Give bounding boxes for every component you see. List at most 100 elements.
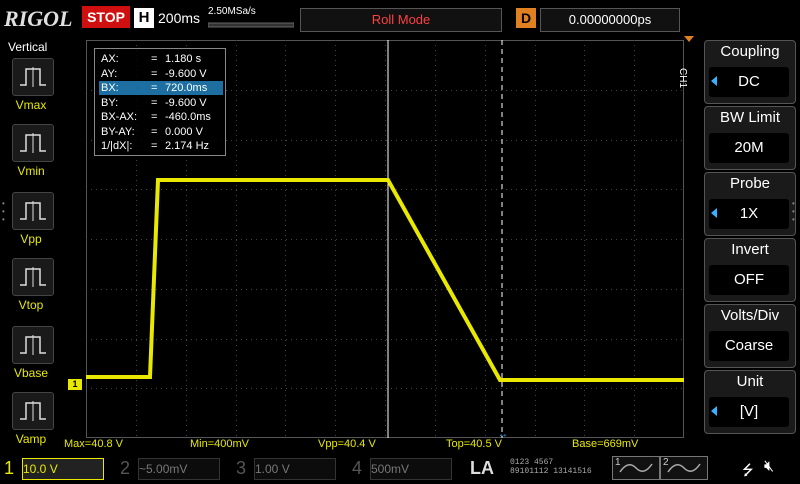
select-arrow-icon xyxy=(711,406,717,416)
menu-coupling-button[interactable]: Coupling DC xyxy=(704,40,796,104)
sine-wave-icon xyxy=(667,463,701,473)
delay-badge: D xyxy=(516,8,536,28)
rigol-logo: RIGOL xyxy=(4,6,73,31)
readout-key: BY-AY: xyxy=(101,125,135,138)
readout-row: BY: = -9.600 V xyxy=(99,96,223,110)
menu-item-title: Probe xyxy=(729,175,771,192)
readout-row: 1/|dX|: = 2.174 Hz xyxy=(99,139,223,153)
readout-equals: = xyxy=(151,53,158,65)
channel-menu: Coupling DC BW Limit 20M Probe 1X Invert OFF Vol… xyxy=(700,40,796,436)
readout-key: AY: xyxy=(101,67,118,80)
measurement-value: Base=669mV xyxy=(572,438,639,450)
menu-invert-button[interactable]: Invert OFF xyxy=(704,238,796,302)
channel-number: 2 xyxy=(120,458,131,478)
readout-row: BX: = 720.0ms xyxy=(99,81,223,95)
measure-vmax-button[interactable] xyxy=(12,58,54,96)
usb-icon: ⭍ xyxy=(742,462,754,478)
channel-scale-value: 10.0 V xyxy=(22,458,104,480)
readout-equals: = xyxy=(151,140,158,152)
menu-item-value: 1X xyxy=(709,199,789,229)
la-row-1: 0123 4567 xyxy=(510,458,554,467)
readout-key: AX: xyxy=(101,53,119,65)
menu-probe-button[interactable]: Probe 1X xyxy=(704,172,796,236)
readout-key: BX: xyxy=(101,82,119,94)
menu-bw-limit-button[interactable]: BW Limit 20M xyxy=(704,106,796,170)
vtop-icon xyxy=(20,267,46,287)
menu-unit-button[interactable]: Unit [V] xyxy=(704,370,796,434)
source1-button[interactable]: 1 xyxy=(612,456,660,480)
trigger-position-marker-icon xyxy=(684,36,694,42)
channel-scale-value: 500mV xyxy=(370,458,452,480)
measurement-bar: Max=40.8 V Min=400mV Vpp=40.4 V Top=40.5 V B… xyxy=(62,438,682,452)
run-stop-status[interactable]: STOP xyxy=(82,6,130,28)
speaker-mute-icon[interactable]: 🔇︎ xyxy=(764,458,774,476)
timebase-value[interactable]: 200ms xyxy=(158,10,200,26)
readout-row: AX: = 1.180 s xyxy=(99,52,223,66)
measure-vtop-button[interactable] xyxy=(12,258,54,296)
measurement-value: Top=40.5 V xyxy=(446,438,502,450)
sample-rate: 2.50MSa/s xyxy=(208,6,256,17)
source2-button[interactable]: 2 xyxy=(660,456,708,480)
vbase-icon xyxy=(20,335,46,355)
measure-vmin-button[interactable] xyxy=(12,124,54,162)
measure-vbase-label: Vbase xyxy=(13,366,49,380)
menu-item-value: OFF xyxy=(709,265,789,295)
readout-key: BY: xyxy=(101,96,119,109)
logic-analyzer-label[interactable]: LA xyxy=(470,456,494,480)
channel-number: 4 xyxy=(352,458,363,478)
right-page-dots-icon: • • • xyxy=(792,199,795,224)
measure-vmax-label: Vmax xyxy=(15,98,47,112)
vmin-icon xyxy=(20,133,46,153)
page-dots-icon: • • • xyxy=(2,199,5,224)
vmax-icon xyxy=(20,67,46,87)
memory-depth-bar xyxy=(208,22,294,28)
readout-row: BY-AY: = 0.000 V xyxy=(99,125,223,139)
sine-wave-icon xyxy=(619,463,653,473)
channel-scale-value: 1.00 V xyxy=(254,458,336,480)
horizontal-badge: H xyxy=(134,8,154,28)
channel-number: 1 xyxy=(4,458,15,478)
readout-equals: = xyxy=(151,125,158,138)
select-arrow-icon xyxy=(711,208,717,218)
channel-2-status[interactable]: 2 ~5.00mV xyxy=(116,456,228,480)
menu-volts-div-button[interactable]: Volts/Div Coarse xyxy=(704,304,796,368)
measurement-value: Min=400mV xyxy=(190,438,250,450)
menu-item-title: Unit xyxy=(736,373,764,390)
la-row-2: 89101112 13141516 xyxy=(510,467,592,476)
readout-row: AY: = -9.600 V xyxy=(99,67,223,81)
vpp-icon xyxy=(20,201,46,221)
readout-value: -9.600 V xyxy=(165,67,207,80)
measure-vpp-button[interactable] xyxy=(12,192,54,230)
channel-4-status[interactable]: 4 500mV xyxy=(348,456,460,480)
readout-value: -9.600 V xyxy=(165,96,207,109)
channel-3-status[interactable]: 3 1.00 V xyxy=(232,456,344,480)
menu-item-value: DC xyxy=(709,67,789,97)
readout-value: 720.0ms xyxy=(165,82,208,94)
left-menu-title: Vertical xyxy=(8,40,48,54)
menu-item-value: Coarse xyxy=(709,331,789,361)
measure-vbase-button[interactable] xyxy=(12,326,54,364)
delay-value[interactable]: 0.00000000ps xyxy=(540,8,680,32)
channel-1-status[interactable]: 1 10.0 V xyxy=(0,456,112,480)
vamp-icon xyxy=(20,401,46,421)
la-channel-map: 0123 4567 89101112 13141516 xyxy=(510,458,592,476)
menu-item-value: [V] xyxy=(709,397,789,427)
measure-vpp-label: Vpp xyxy=(20,232,42,246)
measurement-value: Max=40.8 V xyxy=(64,438,124,450)
readout-equals: = xyxy=(151,67,158,80)
measure-vamp-label: Vamp xyxy=(15,432,47,446)
measure-vtop-label: Vtop xyxy=(18,298,44,312)
readout-value: 2.174 Hz xyxy=(165,140,210,152)
readout-value: -460.0ms xyxy=(165,111,211,123)
select-arrow-icon xyxy=(711,76,717,86)
menu-item-title: Invert xyxy=(731,241,769,258)
menu-item-title: Volts/Div xyxy=(720,307,780,324)
channel-scale-value: ~5.00mV xyxy=(138,458,220,480)
trigger-mode-display[interactable]: Roll Mode xyxy=(300,8,502,32)
readout-row: BX-AX: = -460.0ms xyxy=(99,110,223,124)
readout-value: 0.000 V xyxy=(165,125,203,138)
measure-vmin-label: Vmin xyxy=(17,164,45,178)
measure-vamp-button[interactable] xyxy=(12,392,54,430)
readout-equals: = xyxy=(151,82,158,94)
channel1-ground-marker[interactable]: 1 xyxy=(68,379,82,390)
